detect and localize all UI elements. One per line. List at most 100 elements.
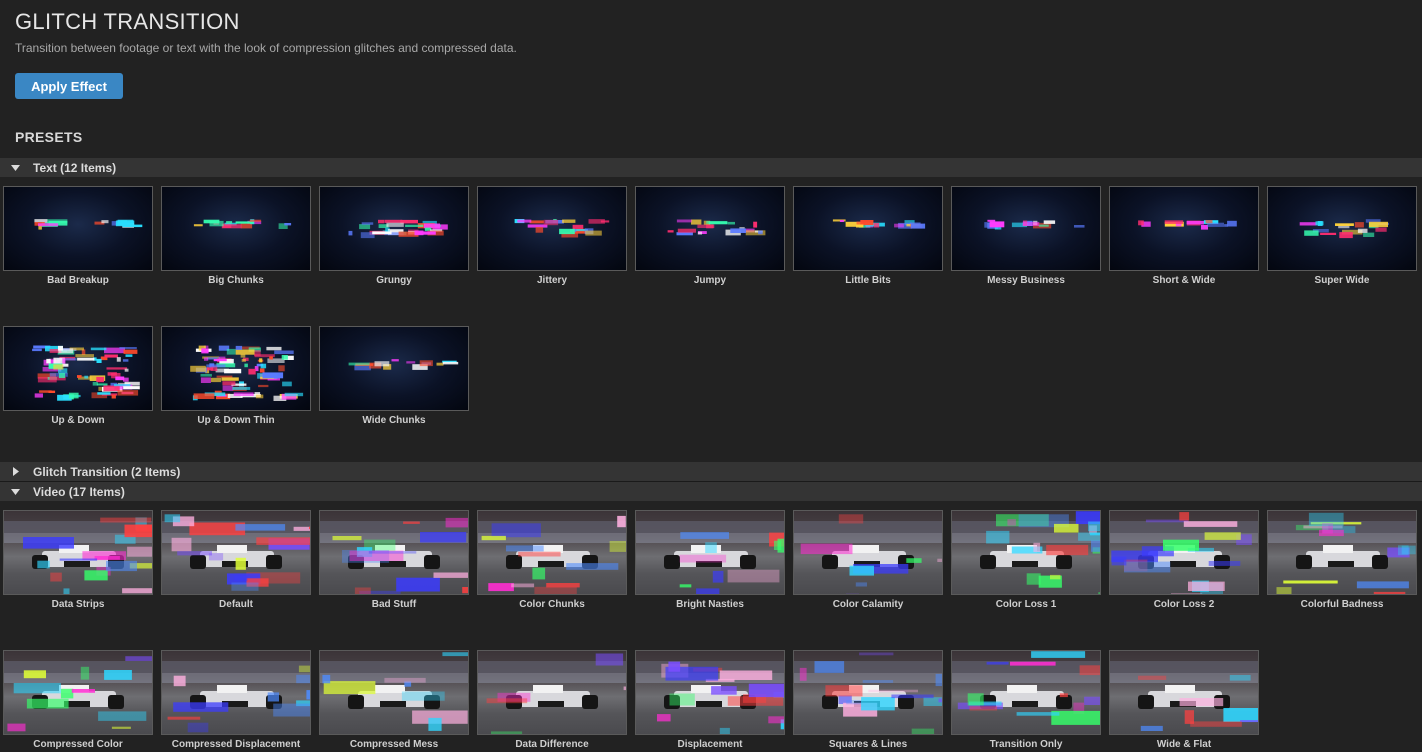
preset-label: Wide & Flat	[1156, 739, 1212, 750]
preset-label: Color Loss 1	[995, 599, 1057, 610]
preset-tile-color-chunks[interactable]: Color Chunks	[477, 510, 627, 610]
preset-label: Short & Wide	[1152, 275, 1216, 286]
caret-right-icon	[0, 467, 33, 476]
page-title: GLITCH TRANSITION	[15, 9, 240, 34]
preset-label: Color Loss 2	[1153, 599, 1215, 610]
preset-label: Bad Breakup	[47, 275, 109, 286]
preset-tile-compressed-mess[interactable]: Compressed Mess	[319, 650, 469, 750]
preset-tile-bad-stuff[interactable]: Bad Stuff	[319, 510, 469, 610]
preset-tile-data-strips[interactable]: Data Strips	[3, 510, 153, 610]
preset-thumbnail	[3, 186, 153, 271]
preset-tile-bad-breakup[interactable]: Bad Breakup	[3, 186, 153, 286]
preset-tile-grungy[interactable]: Grungy	[319, 186, 469, 286]
preset-label: Messy Business	[987, 275, 1065, 286]
preset-tile-wide-chunks[interactable]: Wide Chunks	[319, 326, 469, 426]
preset-tile-color-calamity[interactable]: Color Calamity	[793, 510, 943, 610]
section-label: Text (12 Items)	[33, 160, 117, 175]
preset-thumbnail	[793, 650, 943, 735]
preset-tile-little-bits[interactable]: Little Bits	[793, 186, 943, 286]
preset-label: Color Calamity	[832, 599, 904, 610]
preset-label: Compressed Displacement	[171, 739, 301, 750]
preset-thumbnail	[951, 186, 1101, 271]
preset-thumbnail	[477, 186, 627, 271]
preset-thumbnail	[319, 186, 469, 271]
preset-tile-super-wide[interactable]: Super Wide	[1267, 186, 1417, 286]
preset-tile-up-and-down-thin[interactable]: Up & Down Thin	[161, 326, 311, 426]
preset-thumbnail	[3, 326, 153, 411]
preset-thumbnail	[161, 326, 311, 411]
preset-tile-up-and-down[interactable]: Up & Down	[3, 326, 153, 426]
preset-tile-displacement[interactable]: Displacement	[635, 650, 785, 750]
preset-label: Data Strips	[51, 599, 105, 610]
preset-tile-short-and-wide[interactable]: Short & Wide	[1109, 186, 1259, 286]
section-header-glitch-transition[interactable]: Glitch Transition (2 Items)	[0, 462, 1422, 481]
preset-thumbnail	[1109, 186, 1259, 271]
page-subtitle: Transition between footage or text with …	[15, 41, 517, 55]
preset-label: Default	[219, 599, 253, 610]
preset-label: Compressed Color	[33, 739, 123, 750]
preset-tile-big-chunks[interactable]: Big Chunks	[161, 186, 311, 286]
apply-effect-button[interactable]: Apply Effect	[15, 73, 123, 99]
preset-thumbnail	[951, 650, 1101, 735]
preset-thumbnail	[161, 650, 311, 735]
preset-label: Data Difference	[515, 739, 589, 750]
section-header-video[interactable]: Video (17 Items)	[0, 482, 1422, 501]
preset-label: Color Chunks	[519, 599, 585, 610]
section-label: Glitch Transition (2 Items)	[33, 464, 181, 479]
presets-heading: PRESETS	[15, 129, 83, 145]
preset-tile-wide-and-flat[interactable]: Wide & Flat	[1109, 650, 1259, 750]
preset-label: Compressed Mess	[349, 739, 439, 750]
preset-thumbnail	[1109, 510, 1259, 595]
preset-label: Super Wide	[1314, 275, 1370, 286]
preset-label: Up & Down Thin	[197, 415, 275, 426]
preset-thumbnail	[477, 650, 627, 735]
preset-thumbnail	[161, 186, 311, 271]
preset-thumbnail	[635, 510, 785, 595]
preset-label: Wide Chunks	[362, 415, 426, 426]
preset-tile-messy-business[interactable]: Messy Business	[951, 186, 1101, 286]
preset-label: Jittery	[536, 275, 567, 286]
preset-tile-compressed-displacement[interactable]: Compressed Displacement	[161, 650, 311, 750]
preset-thumbnail	[477, 510, 627, 595]
preset-thumbnail	[951, 510, 1101, 595]
preset-label: Transition Only	[989, 739, 1063, 750]
preset-thumbnail	[793, 186, 943, 271]
preset-tile-transition-only[interactable]: Transition Only	[951, 650, 1101, 750]
preset-thumbnail	[1267, 510, 1417, 595]
preset-label: Grungy	[376, 275, 412, 286]
preset-thumbnail	[635, 650, 785, 735]
section-label: Video (17 Items)	[33, 484, 125, 499]
preset-tile-bright-nasties[interactable]: Bright Nasties	[635, 510, 785, 610]
preset-thumbnail	[319, 510, 469, 595]
preset-tile-jittery[interactable]: Jittery	[477, 186, 627, 286]
preset-tile-colorful-badness[interactable]: Colorful Badness	[1267, 510, 1417, 610]
preset-label: Colorful Badness	[1300, 599, 1384, 610]
preset-label: Bad Stuff	[371, 599, 417, 610]
preset-label: Little Bits	[845, 275, 891, 286]
preset-thumbnail	[1267, 186, 1417, 271]
preset-thumbnail	[161, 510, 311, 595]
preset-label: Jumpy	[693, 275, 727, 286]
preset-tile-data-difference[interactable]: Data Difference	[477, 650, 627, 750]
preset-thumbnail	[1109, 650, 1259, 735]
preset-tile-squares-and-lines[interactable]: Squares & Lines	[793, 650, 943, 750]
preset-tile-default[interactable]: Default	[161, 510, 311, 610]
preset-thumbnail	[319, 326, 469, 411]
preset-tile-jumpy[interactable]: Jumpy	[635, 186, 785, 286]
preset-label: Displacement	[677, 739, 743, 750]
preset-thumbnail	[319, 650, 469, 735]
preset-label: Big Chunks	[208, 275, 264, 286]
caret-down-icon	[0, 164, 33, 171]
preset-label: Up & Down	[51, 415, 105, 426]
preset-tile-color-loss-1[interactable]: Color Loss 1	[951, 510, 1101, 610]
section-header-text[interactable]: Text (12 Items)	[0, 158, 1422, 177]
caret-down-icon	[0, 488, 33, 495]
preset-tile-color-loss-2[interactable]: Color Loss 2	[1109, 510, 1259, 610]
preset-thumbnail	[635, 186, 785, 271]
preset-label: Bright Nasties	[676, 599, 744, 610]
preset-label: Squares & Lines	[828, 739, 908, 750]
preset-thumbnail	[3, 650, 153, 735]
preset-thumbnail	[3, 510, 153, 595]
preset-thumbnail	[793, 510, 943, 595]
preset-tile-compressed-color[interactable]: Compressed Color	[3, 650, 153, 750]
